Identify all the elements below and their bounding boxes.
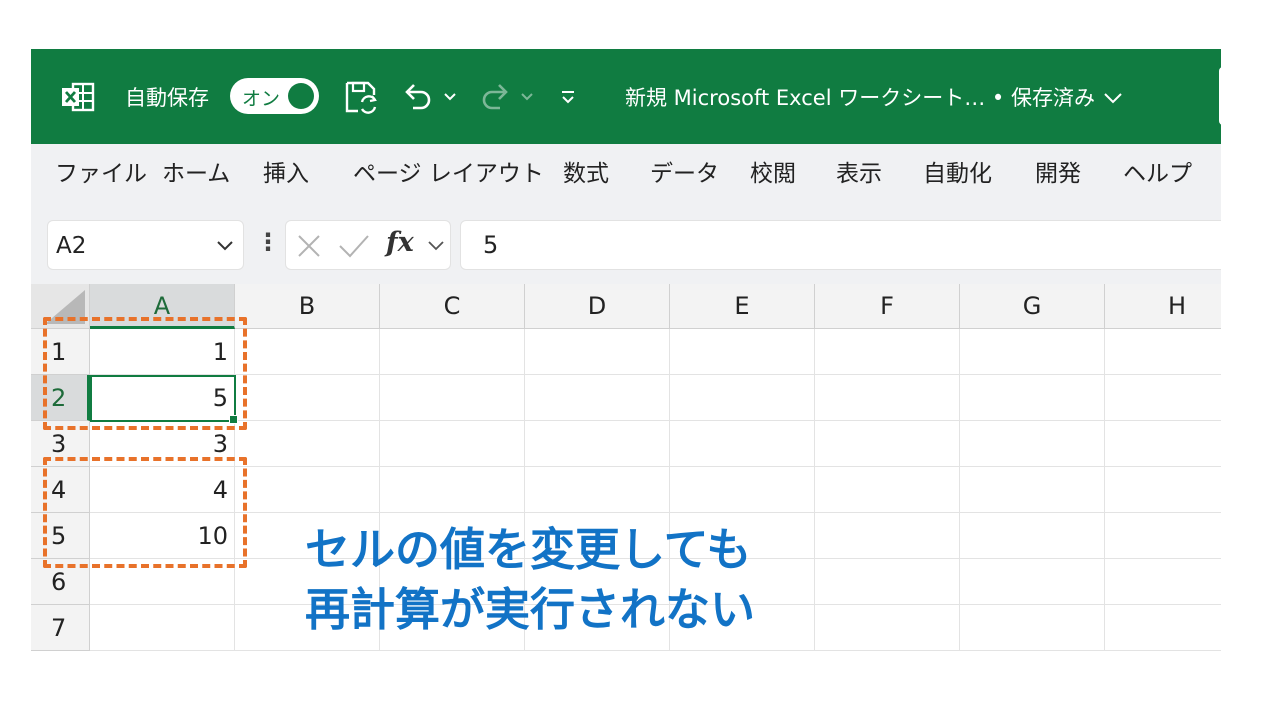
search-box-edge[interactable] [1219,67,1221,125]
column-header-c[interactable]: C [380,284,525,329]
formula-buttons: fx [285,220,451,270]
title-bar: 自動保存 オン 新規 Microsoft Excel ワークシート… • 保存済… [31,49,1221,144]
cell-g4[interactable] [960,467,1105,513]
customize-toolbar-icon[interactable] [559,49,577,144]
cell-c3[interactable] [380,421,525,467]
highlight-box-a2 [43,317,247,430]
cell-f1[interactable] [815,329,960,375]
cell-h5[interactable] [1105,513,1221,559]
cell-b1[interactable] [235,329,380,375]
cell-d2[interactable] [525,375,670,421]
cell-h3[interactable] [1105,421,1221,467]
redo-chevron-icon[interactable] [520,49,534,144]
cell-h7[interactable] [1105,605,1221,651]
undo-chevron-icon[interactable] [443,49,457,144]
cell-e2[interactable] [670,375,815,421]
excel-logo-icon [61,49,95,144]
tab-review[interactable]: 校閲 [750,144,796,204]
formula-input[interactable]: 5 [460,220,1221,270]
tab-view[interactable]: 表示 [836,144,882,204]
cell-g3[interactable] [960,421,1105,467]
cell-c2[interactable] [380,375,525,421]
tab-page-layout[interactable]: ページ レイアウト [353,144,544,204]
cancel-icon[interactable] [296,233,322,263]
column-header-h[interactable]: H [1105,284,1221,329]
autosave-toggle-label: オン [242,88,281,110]
toggle-knob [288,83,314,109]
chevron-down-icon[interactable] [215,235,235,259]
chevron-down-icon [1103,85,1123,109]
cell-b3[interactable] [235,421,380,467]
tab-home[interactable]: ホーム [162,144,230,204]
undo-icon[interactable] [401,49,435,144]
cell-g1[interactable] [960,329,1105,375]
cell-f7[interactable] [815,605,960,651]
cell-c4[interactable] [380,467,525,513]
cell-h1[interactable] [1105,329,1221,375]
cell-h4[interactable] [1105,467,1221,513]
cell-c1[interactable] [380,329,525,375]
cell-f4[interactable] [815,467,960,513]
formula-bar: A2 ⋮ fx 5 [31,204,1221,284]
highlight-box-a5 [43,457,247,568]
cell-a7[interactable] [90,605,235,651]
more-options-icon[interactable]: ⋮ [256,228,280,256]
check-icon[interactable] [338,233,370,263]
formula-value: 5 [483,231,499,259]
column-header-g[interactable]: G [960,284,1105,329]
cell-e3[interactable] [670,421,815,467]
document-title-text: 新規 Microsoft Excel ワークシート… • 保存済み [625,85,1095,110]
tab-formulas[interactable]: 数式 [563,144,609,204]
tab-data[interactable]: データ [650,144,719,204]
cell-f3[interactable] [815,421,960,467]
tab-file[interactable]: ファイル [55,144,147,204]
name-box[interactable]: A2 [47,220,244,270]
cell-f6[interactable] [815,559,960,605]
autosave-label: 自動保存 [125,85,209,110]
document-title[interactable]: 新規 Microsoft Excel ワークシート… • 保存済み [625,49,1123,144]
name-box-value: A2 [56,233,87,259]
column-header-b[interactable]: B [235,284,380,329]
annotation-line-2: 再計算が実行されない [305,583,756,636]
cell-e4[interactable] [670,467,815,513]
tab-developer[interactable]: 開発 [1035,144,1081,204]
column-header-e[interactable]: E [670,284,815,329]
column-header-d[interactable]: D [525,284,670,329]
chevron-down-icon[interactable] [426,235,446,259]
cell-h6[interactable] [1105,559,1221,605]
save-icon[interactable] [344,49,378,144]
cell-b2[interactable] [235,375,380,421]
row-header-7[interactable]: 7 [31,605,90,651]
cell-g7[interactable] [960,605,1105,651]
cell-g6[interactable] [960,559,1105,605]
cell-f5[interactable] [815,513,960,559]
tab-automate[interactable]: 自動化 [923,144,992,204]
tab-help[interactable]: ヘルプ [1123,144,1192,204]
column-header-f[interactable]: F [815,284,960,329]
redo-icon[interactable] [478,49,512,144]
tab-insert[interactable]: 挿入 [263,144,309,204]
autosave-toggle[interactable]: オン [230,78,319,114]
insert-function-icon[interactable]: fx [386,227,414,258]
ribbon-tabs: ファイル ホーム 挿入 ページ レイアウト 数式 データ 校閲 表示 自動化 開… [31,144,1221,204]
cell-d3[interactable] [525,421,670,467]
cell-h2[interactable] [1105,375,1221,421]
cell-b4[interactable] [235,467,380,513]
cell-d1[interactable] [525,329,670,375]
cell-f2[interactable] [815,375,960,421]
cell-d4[interactable] [525,467,670,513]
cell-g2[interactable] [960,375,1105,421]
cell-e1[interactable] [670,329,815,375]
annotation-text: セルの値を変更しても 再計算が実行されない [305,520,755,640]
annotation-line-1: セルの値を変更しても [305,523,752,576]
cell-g5[interactable] [960,513,1105,559]
